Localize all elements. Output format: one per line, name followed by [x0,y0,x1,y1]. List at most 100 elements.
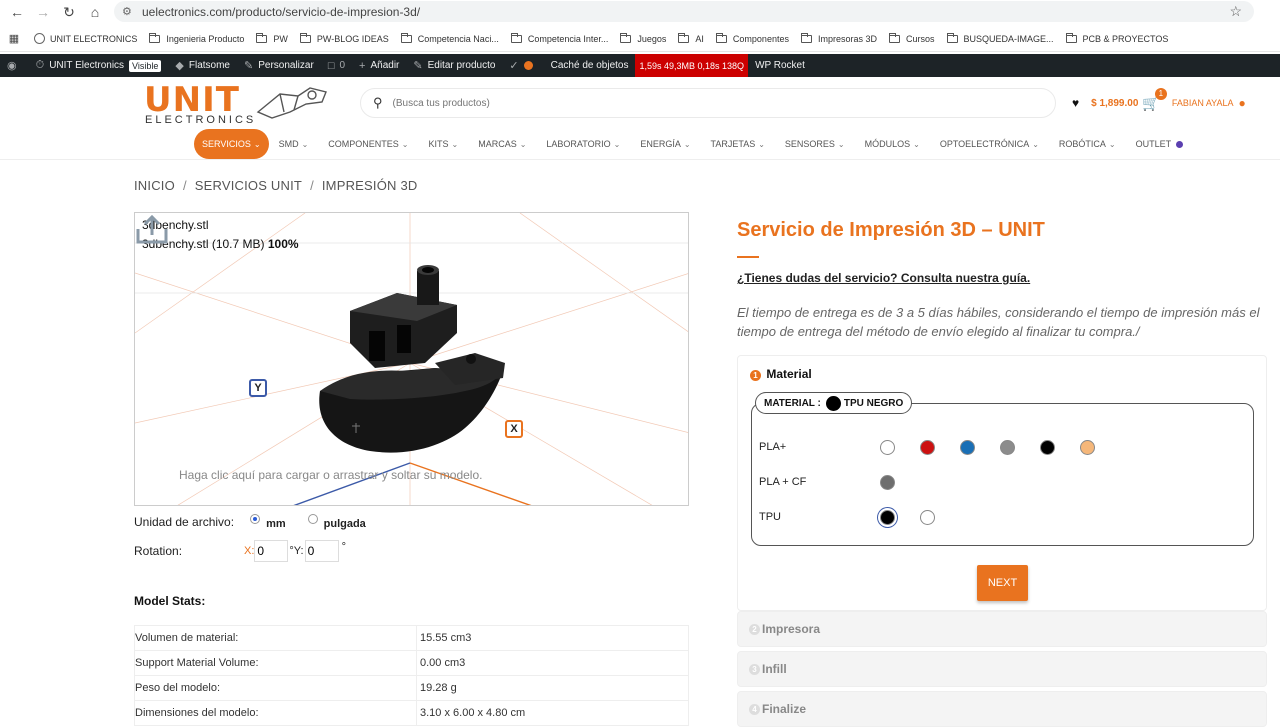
bookmark-item[interactable]: Juegos [614,32,672,44]
bookmark-label: Juegos [637,33,667,44]
nav-item-componentes[interactable]: COMPONENTES ⌄ [318,129,418,159]
material-color-swatch[interactable] [1040,440,1055,455]
nav-item-outlet[interactable]: OUTLET [1126,129,1194,159]
bookmark-item[interactable]: AI [672,32,710,44]
search-icon[interactable]: ⚲ [373,95,383,111]
wp-comments[interactable]: □ 0 [321,54,352,77]
step-infill-panel[interactable]: 3 Infill [737,651,1267,687]
material-color-swatch[interactable] [1080,440,1095,455]
material-color-swatch[interactable] [920,510,935,525]
back-icon[interactable]: ← [4,0,30,24]
material-color-swatch[interactable] [1000,440,1015,455]
nav-item-laboratorio[interactable]: LABORATORIO ⌄ [536,129,630,159]
nav-item-m-dulos[interactable]: MÓDULOS ⌄ [855,129,930,159]
bookmark-label: PCB & PROYECTOS [1082,33,1169,44]
forward-icon[interactable]: → [30,0,56,24]
rotation-y-label: °Y: [289,545,304,557]
material-color-swatch[interactable] [880,475,895,490]
wp-edit-product[interactable]: ✎ Editar producto [406,54,502,77]
cart-count-badge: 1 [1154,87,1167,100]
reload-icon[interactable]: ↻ [56,0,82,24]
nav-item-label: SMD [278,139,299,149]
nav-item-tarjetas[interactable]: TARJETAS ⌄ [701,129,775,159]
wp-yoast[interactable]: ✓ [502,54,543,77]
next-button[interactable]: NEXT [977,565,1028,601]
nav-item-kits[interactable]: KITS ⌄ [418,129,468,159]
cart-icon[interactable]: 🛒 1 [1142,87,1167,112]
query-monitor-stats[interactable]: 1,59s 49,3MB 0,18s 138Q [635,54,749,77]
service-guide-link[interactable]: ¿Tienes dudas del servicio? Consulta nue… [737,271,1030,285]
home-icon[interactable]: ⌂ [82,0,108,24]
nav-item-optoelectr-nica[interactable]: OPTOELECTRÓNICA ⌄ [930,129,1049,159]
material-color-swatch[interactable] [880,440,895,455]
bookmark-item[interactable]: Componentes [710,32,795,44]
folder-icon [889,32,900,43]
bookmark-item[interactable]: Competencia Naci... [395,32,505,44]
bookmark-label: Ingenieria Producto [166,33,245,44]
bookmark-item[interactable]: Cursos [883,32,941,44]
unit-inch-radio[interactable] [307,513,318,524]
wishlist-heart-icon[interactable]: ♥ [1072,96,1079,110]
wp-add-new[interactable]: + Añadir [352,54,406,77]
stats-row: Support Material Volume: 0.00 cm3 [134,650,689,676]
step-printer-panel[interactable]: 2 Impresora [737,611,1267,647]
unit-mm-label[interactable]: mm [266,518,286,530]
address-bar[interactable]: ⚙ uelectronics.com/producto/servicio-de-… [114,1,1254,22]
upload-icon[interactable] [135,213,169,245]
cart-total[interactable]: $ 1,899.00 [1091,98,1138,109]
bookmark-label: PW-BLOG IDEAS [316,33,389,44]
material-color-swatch[interactable] [960,440,975,455]
bookmark-label: PW [273,33,288,44]
bookmark-item[interactable]: Ingenieria Producto [143,32,250,44]
material-color-swatch[interactable] [920,440,935,455]
bookmark-label: Componentes [732,33,789,44]
account-link[interactable]: FABIAN AYALA ● [1172,96,1246,110]
site-logo[interactable]: UNIT ELECTRONICS [144,80,334,126]
material-row-label: TPU [759,511,781,523]
step-finalize-panel[interactable]: 4 Finalize [737,691,1267,727]
logo-robot-arm-icon [256,87,327,119]
bookmark-item[interactable]: PW [250,32,294,44]
bookmark-item[interactable]: Impresoras 3D [795,32,883,44]
wp-logo-icon[interactable]: ◉ [0,54,29,77]
breadcrumb: INICIO / SERVICIOS UNIT / IMPRESIÓN 3D [134,178,417,193]
nav-item-label: LABORATORIO [546,139,611,149]
product-search[interactable]: ⚲ [360,88,1056,118]
folder-icon [620,32,632,43]
nav-item-servicios[interactable]: SERVICIOS ⌄ [194,129,269,159]
nav-item-rob-tica[interactable]: ROBÓTICA ⌄ [1049,129,1126,159]
model-viewer[interactable]: 3dbenchy.stl 3dbenchy.stl (10.7 MB) 100%… [134,212,689,506]
bookmark-item[interactable]: BUSQUEDA-IMAGE... [941,32,1060,44]
bookmark-star-icon[interactable]: ☆ [1229,3,1242,20]
nav-item-smd[interactable]: SMD ⌄ [269,129,319,159]
wp-site-name[interactable]: ⏱ UNIT Electronics Visible [29,54,169,77]
nav-item-energ-a[interactable]: ENERGÍA ⌄ [630,129,700,159]
nav-item-sensores[interactable]: SENSORES ⌄ [775,129,855,159]
bookmark-item[interactable]: UNIT ELECTRONICS [28,33,143,44]
bookmark-item[interactable]: Competencia Inter... [505,32,615,44]
site-info-icon[interactable]: ⚙ [122,5,136,18]
upload-hint[interactable]: Haga clic aquí para cargar o arrastrar y… [179,468,482,482]
apps-grid-icon[interactable]: ▦ [0,32,28,45]
rotation-y-input[interactable] [304,540,339,562]
folder-icon [1065,32,1077,43]
rotation-x-input[interactable] [254,540,289,562]
nav-item-label: KITS [428,139,449,149]
wp-flatsome[interactable]: ◆ Flatsome [168,54,237,77]
wp-object-cache[interactable]: Caché de objetos [544,54,636,77]
wp-customize[interactable]: ✎ Personalizar [237,54,321,77]
wp-rocket[interactable]: WP Rocket [748,54,812,77]
search-input[interactable] [392,97,993,109]
bookmark-item[interactable]: PCB & PROYECTOS [1060,32,1175,44]
bookmark-item[interactable]: PW-BLOG IDEAS [294,32,395,44]
viewer-canvas[interactable] [135,213,689,506]
nav-item-marcas[interactable]: MARCAS ⌄ [468,129,536,159]
breadcrumb-home[interactable]: INICIO [134,178,175,193]
stats-value: 19.28 g [416,675,689,701]
material-color-swatch[interactable] [880,510,895,525]
step-material-header[interactable]: 1 Material [750,367,812,381]
unit-mm-radio[interactable] [250,513,261,524]
url-text: uelectronics.com/producto/servicio-de-im… [142,4,421,19]
unit-inch-label[interactable]: pulgada [324,518,366,530]
breadcrumb-category[interactable]: SERVICIOS UNIT [195,178,302,193]
